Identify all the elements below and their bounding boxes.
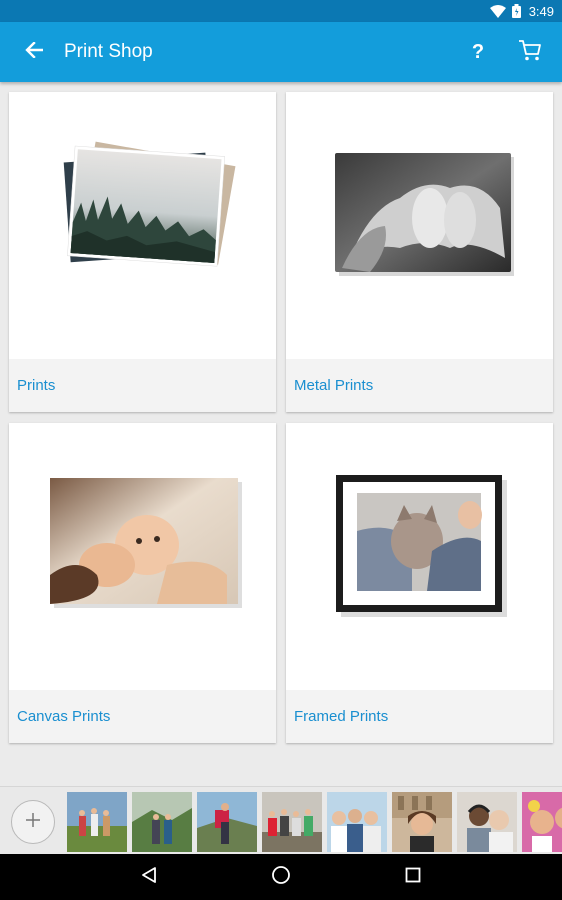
cart-button[interactable]: [502, 22, 558, 82]
photo-thumbnail[interactable]: [392, 792, 452, 852]
photo-thumbnail[interactable]: [457, 792, 517, 852]
battery-icon: [511, 4, 521, 18]
status-time: 3:49: [528, 3, 554, 19]
product-label: Canvas Prints: [17, 708, 111, 725]
page-title: Print Shop: [64, 41, 153, 62]
nav-home-button[interactable]: [261, 857, 301, 897]
system-nav-bar: [0, 854, 562, 900]
product-card-framed-prints[interactable]: Framed Prints: [286, 423, 553, 743]
photo-thumbnail[interactable]: [327, 792, 387, 852]
photo-thumbnail[interactable]: [67, 792, 127, 852]
back-button[interactable]: [4, 22, 64, 82]
product-card-metal-prints[interactable]: Metal Prints: [286, 92, 553, 412]
back-triangle-icon: [140, 866, 158, 889]
product-label: Prints: [17, 377, 56, 394]
app-bar: Print Shop ?: [0, 22, 562, 82]
product-image-metal-prints: [286, 92, 553, 359]
arrow-left-icon: [25, 40, 44, 63]
help-button[interactable]: ?: [454, 22, 502, 82]
product-card-canvas-prints[interactable]: Canvas Prints: [9, 423, 276, 743]
product-card-prints[interactable]: Prints: [9, 92, 276, 412]
nav-recents-button[interactable]: [393, 857, 433, 897]
photo-thumbnail[interactable]: [132, 792, 192, 852]
product-label-area: Metal Prints: [286, 359, 553, 412]
photo-tray: [0, 786, 562, 854]
nav-back-button[interactable]: [129, 857, 169, 897]
home-circle-icon: [271, 865, 291, 890]
product-label: Metal Prints: [294, 377, 374, 394]
product-label: Framed Prints: [294, 708, 389, 725]
product-image-canvas-prints: [9, 423, 276, 690]
add-photo-button[interactable]: [11, 800, 55, 844]
plus-icon: [25, 812, 41, 833]
cart-icon: [518, 38, 542, 67]
photo-strip: [67, 792, 562, 852]
photo-thumbnail[interactable]: [522, 792, 562, 852]
product-label-area: Canvas Prints: [9, 690, 276, 743]
product-label-area: Framed Prints: [286, 690, 553, 743]
status-bar: 3:49: [0, 0, 562, 22]
recents-square-icon: [405, 867, 421, 888]
product-label-area: Prints: [9, 359, 276, 412]
product-image-framed-prints: [286, 423, 553, 690]
photo-thumbnail[interactable]: [262, 792, 322, 852]
wifi-icon: [489, 4, 506, 18]
photo-thumbnail[interactable]: [197, 792, 257, 852]
product-image-prints: [9, 92, 276, 359]
